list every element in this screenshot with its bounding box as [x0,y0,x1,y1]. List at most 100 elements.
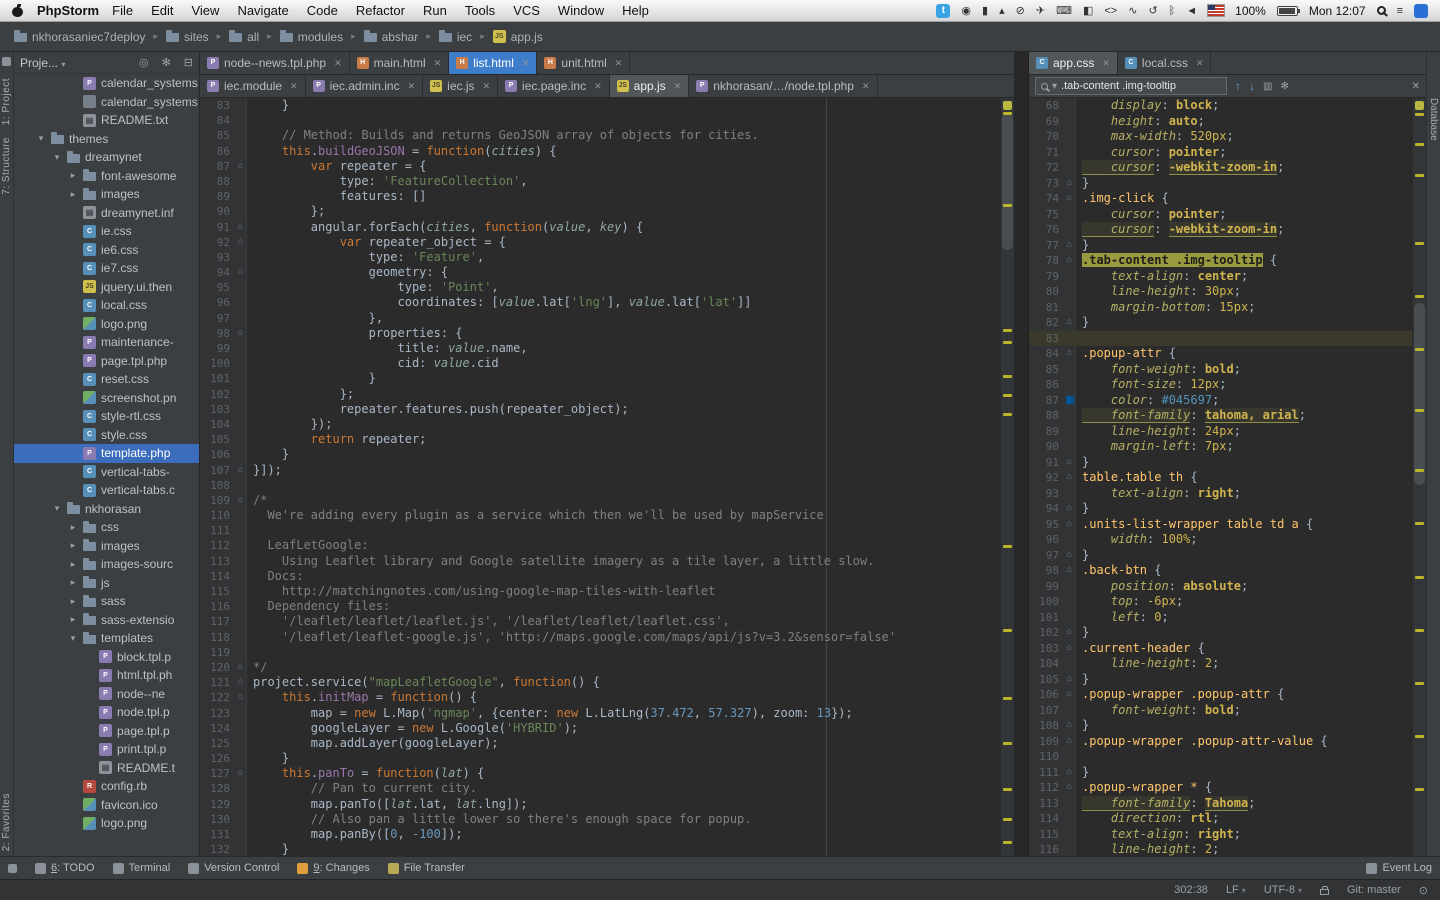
tab-close-icon[interactable]: ✕ [290,81,298,92]
tree-item-jquery-ui-then[interactable]: JSjquery.ui.then [14,278,199,297]
find-next-icon[interactable]: ↓ [1249,79,1255,93]
warning-stripe-mark[interactable] [1415,348,1424,351]
tree-item-local-css[interactable]: Clocal.css [14,296,199,315]
code-text[interactable] [247,113,253,128]
code-text[interactable]: Dependency files: [247,599,390,614]
fold-marker-icon[interactable]: ⌂ [234,159,247,174]
battery-icon[interactable] [1277,6,1298,16]
tab-close-icon[interactable]: ✕ [674,81,682,92]
code-text[interactable]: }); [247,417,332,432]
code-text[interactable]: map.panTo([lat.lat, lat.lng]); [247,797,528,812]
tab-close-icon[interactable]: ✕ [594,81,602,92]
messages-icon[interactable]: ◧ [1083,4,1093,18]
do-not-disturb-icon[interactable]: ⊘ [1016,4,1025,18]
code-text[interactable] [1076,331,1082,347]
code-area[interactable]: 68 display: block;69 height: auto;70 max… [1029,98,1426,856]
expand-arrow-icon[interactable]: ▸ [68,189,78,200]
fold-marker-icon[interactable]: ⌂ [1063,734,1076,750]
code-text[interactable]: font-weight: bold; [1076,362,1241,378]
fold-marker-icon[interactable]: ⌂ [234,690,247,705]
eject-icon[interactable]: ▴ [999,4,1005,18]
code-text[interactable]: text-align: right; [1076,827,1241,843]
code-text[interactable]: cursor: pointer; [1076,207,1227,223]
tree-item-block-tpl-p[interactable]: Pblock.tpl.p [14,648,199,667]
code-text[interactable]: type: 'Point', [247,280,499,295]
code-text[interactable]: } [1076,176,1089,192]
code-text[interactable]: width: 100%; [1076,532,1198,548]
tree-item-images[interactable]: ▸images [14,185,199,204]
fold-marker-icon[interactable]: ⌂ [1063,470,1076,486]
code-text[interactable]: type: 'Feature', [247,250,484,265]
code-text[interactable] [247,645,253,660]
vpn-icon[interactable]: ✈ [1036,4,1045,18]
fold-marker-icon[interactable]: ⌂ [1063,176,1076,192]
inspection-status-icon[interactable] [1415,101,1424,110]
code-text[interactable]: }; [247,387,354,402]
code-text[interactable]: title: value.name, [247,341,528,356]
tab-close-icon[interactable]: ✕ [1102,58,1110,69]
hector-inspection-icon[interactable]: ⊙ [1419,884,1428,897]
tree-item-page-tpl-p[interactable]: Ppage.tpl.p [14,722,199,741]
tree-item-template-php[interactable]: Ptemplate.php [14,444,199,463]
code-text[interactable]: } [1076,548,1089,564]
code-text[interactable]: map.panBy([0, -100]); [247,827,463,842]
tree-item-logo-png[interactable]: logo.png [14,315,199,334]
tab-close-icon[interactable]: ✕ [1196,58,1204,69]
code-text[interactable]: // Method: Builds and returns GeoJSON ar… [247,128,759,143]
find-settings-icon[interactable]: ✻ [1280,81,1288,92]
fold-marker-icon[interactable]: ⌂ [1063,455,1076,471]
activity-icon[interactable]: ∿ [1128,4,1137,18]
code-text[interactable] [247,523,253,538]
warning-stripe-mark[interactable] [1003,629,1012,632]
editor-tab-iec-page-inc[interactable]: Piec.page.inc✕ [498,75,610,97]
code-text[interactable]: color: #045697; [1076,393,1219,409]
code-text[interactable]: return repeater; [247,432,426,447]
toolwindow-button-terminal[interactable]: Terminal [113,862,171,874]
toolwindow-button-event-log[interactable]: Event Log [1366,862,1432,874]
toolwindow-button-file-transfer[interactable]: File Transfer [388,862,465,874]
js-editor[interactable]: 83 }8485 // Method: Builds and returns G… [200,98,1014,856]
toolwindow-button-version-control[interactable]: Version Control [188,862,279,874]
code-text[interactable] [247,478,253,493]
menu-tools[interactable]: Tools [456,3,504,18]
code-text[interactable]: } [247,98,289,113]
code-text[interactable]: }, [247,311,383,326]
warning-stripe-mark[interactable] [1415,522,1424,525]
volume-icon[interactable]: ◄ [1186,4,1197,18]
code-text[interactable]: repeater.features.push(repeater_object); [247,402,629,417]
warning-stripe-mark[interactable] [1003,841,1012,844]
code-text[interactable]: .back-btn { [1076,563,1161,579]
expand-arrow-icon[interactable]: ▸ [68,614,78,625]
tree-item-style-css[interactable]: Cstyle.css [14,426,199,445]
error-stripe[interactable] [1000,98,1014,856]
warning-stripe-mark[interactable] [1415,629,1424,632]
code-text[interactable]: }; [247,204,325,219]
collapse-arrow-icon[interactable]: ▾ [52,503,62,514]
code-text[interactable]: coordinates: [value.lat['lng'], value.la… [247,295,752,310]
notification-center-icon[interactable]: ≡ [1397,4,1403,18]
apple-menu-icon[interactable] [12,4,23,17]
code-text[interactable]: */ [247,660,267,675]
editor-tab-node-news-tpl-php[interactable]: Pnode--news.tpl.php✕ [200,52,350,74]
fold-marker-icon[interactable]: ⌂ [1063,718,1076,734]
warning-stripe-mark[interactable] [1415,143,1424,146]
tree-item-screenshot-pn[interactable]: screenshot.pn [14,389,199,408]
code-text[interactable]: } [1076,718,1089,734]
find-field[interactable]: ▾ [1035,77,1227,95]
fold-marker-icon[interactable]: ⌂ [234,493,247,508]
tree-item-templates[interactable]: ▾templates [14,629,199,648]
breadcrumb-item-sites[interactable]: sites [162,28,213,46]
gear-icon[interactable]: ✻ [162,56,171,69]
tree-item-nkhorasan[interactable]: ▾nkhorasan [14,500,199,519]
tree-item-style-rtl-css[interactable]: Cstyle-rtl.css [14,407,199,426]
fold-marker-icon[interactable]: ⌂ [1063,765,1076,781]
code-text[interactable]: We're adding every plugin as a service w… [247,508,824,523]
collapse-arrow-icon[interactable]: ▾ [52,152,62,163]
code-text[interactable]: var repeater_object = { [247,235,506,250]
tree-item-css[interactable]: ▸css [14,518,199,537]
code-text[interactable]: direction: rtl; [1076,811,1219,827]
tree-item-logo-png[interactable]: logo.png [14,814,199,833]
code-text[interactable]: line-height: 2; [1076,842,1219,856]
code-text[interactable]: .popup-wrapper * { [1076,780,1212,796]
fold-marker-icon[interactable]: ⌂ [234,660,247,675]
